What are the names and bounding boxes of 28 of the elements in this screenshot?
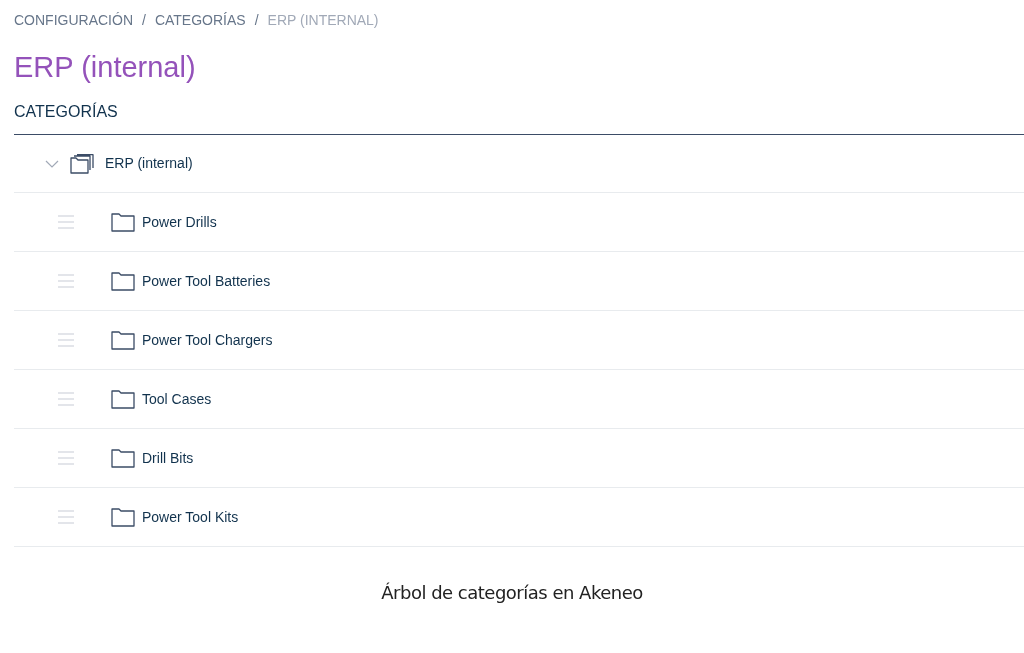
folder-icon	[111, 389, 135, 409]
tree-node-label[interactable]: Tool Cases	[142, 388, 212, 410]
section-title: CATEGORÍAS	[14, 102, 119, 122]
tree-node-label[interactable]: Power Drills	[142, 211, 217, 233]
tree-node-label[interactable]: Power Tool Kits	[142, 506, 239, 528]
tree-node-label[interactable]: ERP (internal)	[105, 153, 193, 174]
drag-handle-icon[interactable]	[58, 392, 74, 406]
tree-node-label[interactable]: Power Tool Chargers	[142, 329, 273, 351]
breadcrumb-separator: /	[254, 10, 259, 30]
drag-handle-icon[interactable]	[58, 274, 74, 288]
drag-handle-icon[interactable]	[58, 510, 74, 524]
folder-icon	[111, 271, 135, 291]
breadcrumb-link[interactable]: CONFIGURACIÓN	[14, 9, 133, 31]
folder-icon	[111, 212, 135, 232]
tree-node-label[interactable]: Drill Bits	[142, 447, 194, 469]
breadcrumb-link[interactable]: CATEGORÍAS	[154, 9, 246, 31]
breadcrumb-separator: /	[142, 10, 146, 30]
chevron-icon[interactable]	[45, 159, 59, 168]
folder-icon	[111, 448, 135, 468]
folder-icon	[111, 507, 135, 527]
folders-icon	[70, 153, 94, 174]
drag-handle-icon[interactable]	[58, 215, 74, 229]
tree-node-label[interactable]: Power Tool Batteries	[142, 270, 271, 292]
image-caption: Árbol de categorías en Akeneo	[380, 581, 644, 605]
folder-icon	[111, 330, 135, 350]
drag-handle-icon[interactable]	[58, 451, 74, 465]
page-title: ERP (internal)	[14, 50, 197, 85]
drag-handle-icon[interactable]	[58, 333, 74, 347]
